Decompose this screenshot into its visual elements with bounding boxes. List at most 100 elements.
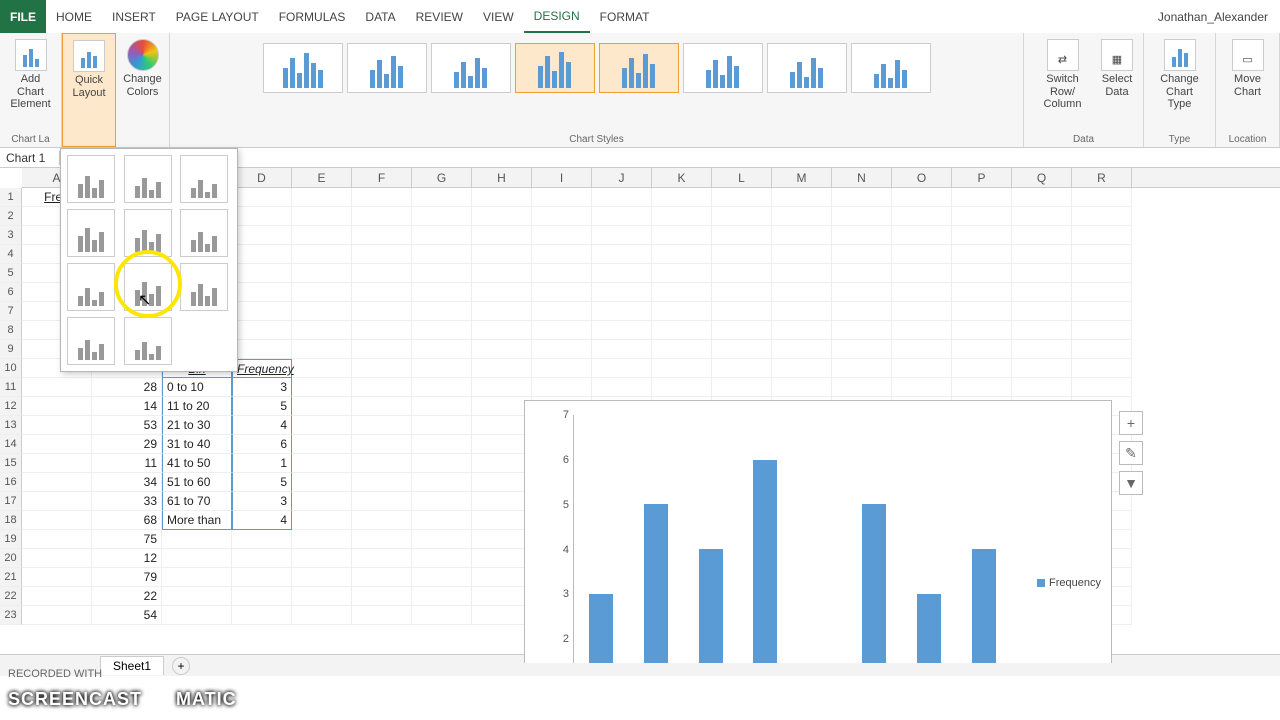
cell[interactable] (952, 359, 1012, 378)
cell[interactable] (772, 359, 832, 378)
layout-9[interactable] (180, 263, 228, 311)
cell[interactable] (1072, 207, 1132, 226)
cell[interactable] (412, 340, 472, 359)
cell[interactable] (292, 511, 352, 530)
cell[interactable] (352, 188, 412, 207)
cell[interactable]: 3 (232, 492, 292, 511)
col-header-L[interactable]: L (712, 168, 772, 187)
cell[interactable]: 12 (92, 549, 162, 568)
cell[interactable] (892, 321, 952, 340)
cell[interactable] (22, 568, 92, 587)
cell[interactable] (892, 245, 952, 264)
cell[interactable] (772, 188, 832, 207)
cell[interactable] (292, 587, 352, 606)
cell[interactable] (952, 188, 1012, 207)
chart-style-2[interactable] (347, 43, 427, 93)
cell[interactable] (162, 606, 232, 625)
row-header[interactable]: 8 (0, 321, 22, 340)
cell[interactable] (472, 359, 532, 378)
chart-bar[interactable] (917, 594, 941, 663)
cell[interactable]: 5 (232, 473, 292, 492)
cell[interactable]: 75 (92, 530, 162, 549)
cell[interactable] (952, 340, 1012, 359)
cell[interactable] (532, 378, 592, 397)
layout-5[interactable] (124, 209, 172, 257)
cell[interactable] (232, 568, 292, 587)
embedded-chart[interactable]: 01234567 0 to 1011 to 2021 to 3031 to 40… (524, 400, 1112, 663)
row-header[interactable]: 12 (0, 397, 22, 416)
cell[interactable] (712, 207, 772, 226)
cell[interactable]: 21 to 30 (162, 416, 232, 435)
cell[interactable] (412, 226, 472, 245)
cell[interactable] (472, 207, 532, 226)
cell[interactable] (832, 302, 892, 321)
col-header-O[interactable]: O (892, 168, 952, 187)
cell[interactable] (352, 226, 412, 245)
cell[interactable] (1072, 283, 1132, 302)
cell[interactable] (352, 587, 412, 606)
cell[interactable] (412, 264, 472, 283)
cell[interactable] (772, 226, 832, 245)
cell[interactable] (472, 530, 532, 549)
cell[interactable] (892, 302, 952, 321)
layout-2[interactable] (124, 155, 172, 203)
cell[interactable] (292, 549, 352, 568)
cell[interactable] (652, 302, 712, 321)
cell[interactable] (412, 473, 472, 492)
cell[interactable] (832, 226, 892, 245)
layout-1[interactable] (67, 155, 115, 203)
cell[interactable] (292, 606, 352, 625)
cell[interactable]: 79 (92, 568, 162, 587)
chart-styles-button[interactable]: ✎ (1119, 441, 1143, 465)
cell[interactable]: 11 (92, 454, 162, 473)
cell[interactable] (772, 283, 832, 302)
chart-legend[interactable]: Frequency (1037, 577, 1101, 589)
cell[interactable] (412, 359, 472, 378)
cell[interactable] (412, 207, 472, 226)
cell[interactable] (412, 188, 472, 207)
cell[interactable] (772, 340, 832, 359)
cell[interactable] (232, 302, 292, 321)
col-header-H[interactable]: H (472, 168, 532, 187)
cell[interactable] (1072, 264, 1132, 283)
plot-area[interactable] (573, 415, 1011, 663)
tab-data[interactable]: DATA (355, 0, 405, 33)
cell[interactable] (892, 378, 952, 397)
cell[interactable] (22, 530, 92, 549)
cell[interactable] (352, 302, 412, 321)
cell[interactable] (352, 530, 412, 549)
cell[interactable] (532, 264, 592, 283)
col-header-Q[interactable]: Q (1012, 168, 1072, 187)
cell[interactable] (352, 416, 412, 435)
row-header[interactable]: 20 (0, 549, 22, 568)
chart-style-8[interactable] (851, 43, 931, 93)
row-header[interactable]: 4 (0, 245, 22, 264)
cell[interactable] (832, 340, 892, 359)
cell[interactable] (162, 587, 232, 606)
cell[interactable] (652, 359, 712, 378)
col-header-K[interactable]: K (652, 168, 712, 187)
cell[interactable] (292, 473, 352, 492)
tab-page-layout[interactable]: PAGE LAYOUT (166, 0, 269, 33)
row-header[interactable]: 11 (0, 378, 22, 397)
col-header-M[interactable]: M (772, 168, 832, 187)
cell[interactable] (292, 530, 352, 549)
cell[interactable] (772, 207, 832, 226)
cell[interactable]: 51 to 60 (162, 473, 232, 492)
cell[interactable] (352, 245, 412, 264)
cell[interactable] (292, 188, 352, 207)
cell[interactable] (22, 511, 92, 530)
cell[interactable] (412, 492, 472, 511)
cell[interactable] (412, 397, 472, 416)
row-header[interactable]: 21 (0, 568, 22, 587)
cell[interactable] (232, 207, 292, 226)
cell[interactable] (352, 264, 412, 283)
cell[interactable] (232, 245, 292, 264)
cell[interactable] (472, 226, 532, 245)
cell[interactable] (472, 188, 532, 207)
layout-3[interactable] (180, 155, 228, 203)
cell[interactable] (412, 454, 472, 473)
tab-format[interactable]: FORMAT (590, 0, 660, 33)
tab-formulas[interactable]: FORMULAS (269, 0, 356, 33)
cell[interactable]: 28 (92, 378, 162, 397)
